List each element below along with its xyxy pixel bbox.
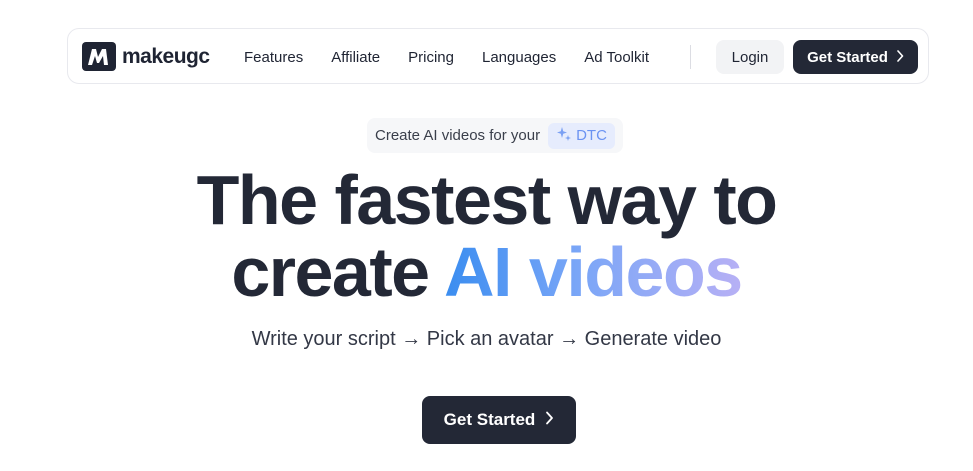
nav-links: Features Affiliate Pricing Languages Ad …: [244, 29, 677, 85]
login-button-label: Login: [731, 48, 769, 66]
hero-headline-line1: The fastest way to: [196, 161, 778, 239]
nav-get-started-label: Get Started: [807, 48, 888, 66]
nav-link-affiliate[interactable]: Affiliate: [331, 49, 380, 66]
nav-link-features[interactable]: Features: [244, 49, 303, 66]
nav-divider: [690, 45, 691, 69]
chevron-right-icon: [545, 410, 554, 430]
login-button[interactable]: Login: [716, 40, 784, 74]
badge-text: Create AI videos for your: [375, 127, 541, 144]
nav-link-ad-toolkit[interactable]: Ad Toolkit: [584, 49, 649, 66]
badge-chip: DTC: [548, 122, 615, 149]
sparkle-icon: [556, 126, 572, 146]
hero-headline-line2-plain: create: [231, 233, 430, 311]
hero-badge: Create AI videos for your DTC: [367, 118, 623, 153]
hero-headline: The fastest way to create AI videos: [0, 164, 973, 308]
page: makeugc Features Affiliate Pricing Langu…: [0, 0, 973, 471]
nav-link-pricing[interactable]: Pricing: [408, 49, 454, 66]
nav-link-languages[interactable]: Languages: [482, 49, 556, 66]
brand-logo[interactable]: makeugc: [82, 42, 210, 71]
hero-headline-line2-gradient: AI videos: [443, 233, 743, 311]
badge-chip-label: DTC: [576, 127, 607, 144]
top-nav: makeugc Features Affiliate Pricing Langu…: [67, 28, 929, 84]
logo-m-icon: [82, 42, 116, 71]
hero-subtitle: Write your script → Pick an avatar → Gen…: [251, 328, 722, 350]
hero-get-started-label: Get Started: [443, 410, 536, 429]
nav-get-started-button[interactable]: Get Started: [793, 40, 918, 74]
brand-name: makeugc: [122, 44, 210, 68]
hero-get-started-button[interactable]: Get Started: [422, 396, 576, 444]
chevron-right-icon: [896, 49, 904, 66]
